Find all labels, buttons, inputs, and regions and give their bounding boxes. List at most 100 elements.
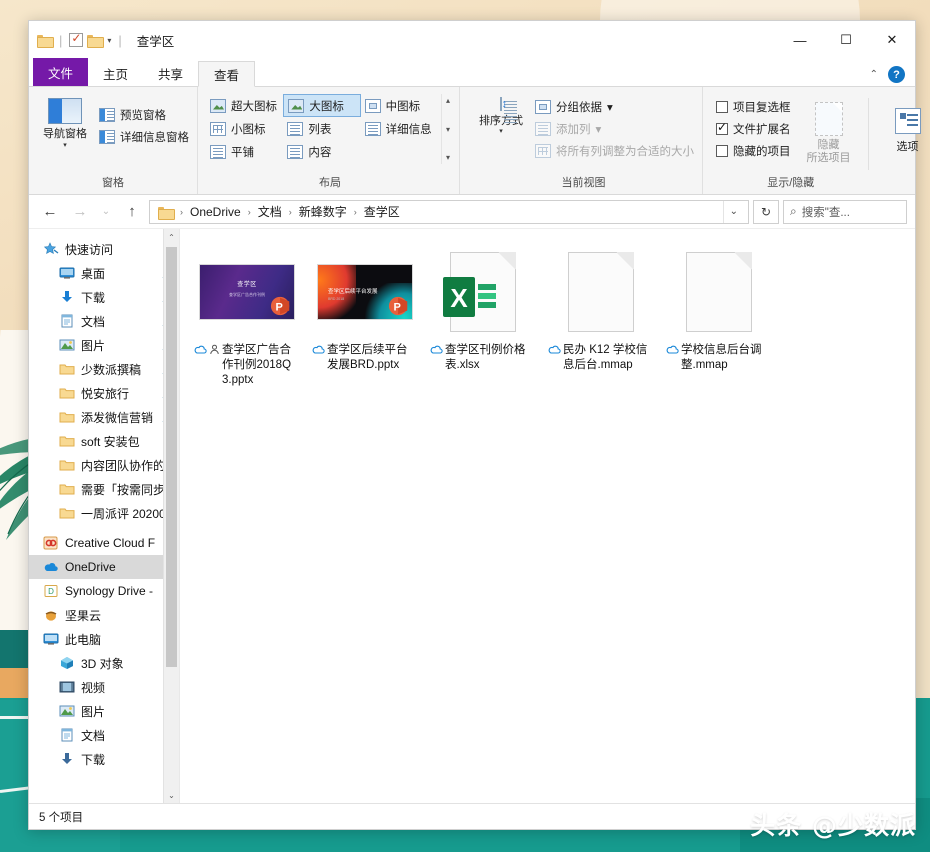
scroll-down-icon[interactable]: ▾ [446, 125, 450, 134]
sidebar-item-weekly-review[interactable]: 一周派评 20200 [29, 501, 179, 525]
file-item[interactable]: 查学区 查学区广告合作刊例 P [188, 241, 306, 399]
recent-locations-button[interactable]: ⌄ [97, 200, 115, 224]
gallery-more-icon[interactable]: ▾ [446, 153, 450, 162]
breadcrumb-xinfeng[interactable]: 新蜂数字 [295, 203, 351, 220]
sidebar-item-this-pc[interactable]: 此电脑 [29, 627, 179, 651]
sidebar-item-label: 需要「按需同步 [81, 481, 165, 498]
sidebar-item-onedrive[interactable]: OneDrive [29, 555, 179, 579]
pictures-icon [59, 338, 75, 352]
sidebar-item-need-sync[interactable]: 需要「按需同步 [29, 477, 179, 501]
maximize-button[interactable]: ☐ [823, 21, 869, 59]
tab-share[interactable]: 共享 [143, 60, 198, 86]
ribbon-tabs: 文件 主页 共享 查看 ⌃ ? [29, 59, 915, 87]
breadcrumb-separator[interactable]: › [247, 207, 252, 217]
breadcrumb-documents[interactable]: 文档 [254, 203, 286, 220]
sidebar-item-3d-objects[interactable]: 3D 对象 [29, 651, 179, 675]
sidebar-item-synology-drive[interactable]: D Synology Drive - [29, 579, 179, 603]
view-tiles[interactable]: 平铺 [206, 140, 283, 163]
sidebar-item-pictures[interactable]: 图片 📌 [29, 333, 179, 357]
up-button[interactable]: ↑ [119, 200, 145, 224]
tab-home[interactable]: 主页 [88, 60, 143, 86]
collapse-ribbon-icon[interactable]: ⌃ [870, 69, 878, 80]
sidebar-item-tianfa-wechat[interactable]: 添发微信营销 📌 [29, 405, 179, 429]
breadcrumb-separator[interactable]: › [353, 207, 358, 217]
view-details[interactable]: 详细信息 [361, 117, 438, 140]
sidebar-item-downloads-pc[interactable]: 下载 [29, 747, 179, 771]
view-list[interactable]: 列表 [283, 117, 360, 140]
options-button[interactable]: 选项 [877, 104, 930, 154]
sidebar-item-desktop[interactable]: 桌面 📌 [29, 261, 179, 285]
item-count-label: 5 个项目 [39, 809, 83, 825]
sidebar-item-soft-install[interactable]: soft 安装包 [29, 429, 179, 453]
search-box[interactable]: ⌕ 搜索"查... [783, 200, 907, 224]
details-pane-button[interactable]: 详细信息窗格 [96, 126, 192, 148]
file-item[interactable]: 查学区后续平台发展 BRD 2018 P [306, 241, 424, 399]
item-checkboxes-option[interactable]: 项目复选框 [713, 96, 794, 118]
navigation-pane-scrollbar[interactable]: ⌃ ⌄ [163, 229, 179, 803]
breadcrumb-separator[interactable]: › [288, 207, 293, 217]
file-name: 查学区刊例价格表.xlsx [445, 343, 536, 373]
window-title: 查学区 [137, 31, 175, 50]
scrollbar-thumb[interactable] [166, 247, 177, 667]
view-gallery-scroll[interactable]: ▴ ▾ ▾ [441, 94, 454, 164]
scroll-up-button[interactable]: ⌃ [164, 229, 179, 245]
sidebar-item-downloads[interactable]: 下载 📌 [29, 285, 179, 309]
sidebar-item-pictures-pc[interactable]: 图片 [29, 699, 179, 723]
file-list-area[interactable]: 查学区 查学区广告合作刊例 P [179, 229, 915, 803]
sidebar-item-content-team[interactable]: 内容团队协作的 [29, 453, 179, 477]
group-title-show-hide: 显示/隐藏 [643, 174, 930, 194]
file-item[interactable]: 学校信息后台调整.mmap [660, 241, 778, 399]
view-medium-icons[interactable]: 中图标 [361, 94, 438, 117]
size-columns-icon [535, 144, 551, 158]
tab-file[interactable]: 文件 [33, 58, 88, 86]
hidden-items-option[interactable]: 隐藏的项目 [713, 140, 794, 162]
checkbox-icon[interactable] [716, 145, 728, 157]
quick-access-toolbar[interactable]: | ▾ | [37, 33, 125, 48]
scroll-up-icon[interactable]: ▴ [446, 96, 450, 105]
view-content[interactable]: 内容 [283, 140, 360, 163]
file-name: 查学区后续平台发展BRD.pptx [327, 343, 418, 373]
sidebar-item-videos[interactable]: 视频 [29, 675, 179, 699]
minimize-button[interactable]: — [777, 21, 823, 59]
close-button[interactable]: ✕ [869, 21, 915, 59]
sidebar-item-yuean-travel[interactable]: 悦安旅行 📌 [29, 381, 179, 405]
file-name-row: 查学区刊例价格表.xlsx [430, 343, 536, 373]
properties-icon[interactable] [69, 33, 83, 47]
group-by-button[interactable]: 分组依据 ▾ [532, 96, 697, 118]
chevron-down-icon[interactable]: ▾ [107, 36, 111, 45]
help-icon[interactable]: ? [888, 66, 905, 83]
breadcrumb-current[interactable]: 查学区 [360, 203, 404, 220]
refresh-button[interactable]: ↻ [753, 200, 779, 224]
chevron-down-icon[interactable]: ▾ [607, 100, 613, 114]
sort-by-button[interactable]: ↕ 排序方式 ▾ [470, 94, 532, 136]
folder-icon[interactable] [37, 34, 52, 46]
navigation-pane-button[interactable]: 导航窗格 ▾ [34, 94, 96, 150]
file-item[interactable]: X 查学区刊例价格表.xlsx [424, 241, 542, 399]
sidebar-item-quick-access[interactable]: 快速访问 [29, 237, 179, 261]
sidebar-item-documents[interactable]: 文档 📌 [29, 309, 179, 333]
checkbox-checked-icon[interactable] [716, 123, 728, 135]
back-button[interactable]: ← [37, 200, 63, 224]
view-extra-large-icons[interactable]: 超大图标 [206, 94, 283, 117]
view-small-icons[interactable]: 小图标 [206, 117, 283, 140]
chevron-down-icon[interactable]: ▾ [499, 128, 503, 136]
breadcrumb-onedrive[interactable]: OneDrive [186, 205, 245, 219]
sidebar-item-documents-pc[interactable]: 文档 [29, 723, 179, 747]
file-item[interactable]: 民办 K12 学校信息后台.mmap [542, 241, 660, 399]
sidebar-item-nutstore[interactable]: 坚果云 [29, 603, 179, 627]
chevron-down-icon[interactable]: ▾ [63, 142, 67, 150]
sidebar-item-creative-cloud[interactable]: Creative Cloud F [29, 531, 179, 555]
tab-view[interactable]: 查看 [198, 61, 255, 87]
preview-pane-button[interactable]: 预览窗格 [96, 104, 192, 126]
file-extensions-option[interactable]: 文件扩展名 [713, 118, 794, 140]
breadcrumb-separator[interactable]: › [179, 207, 184, 217]
search-input[interactable]: 搜索"查... [802, 204, 850, 220]
breadcrumb-dropdown-icon[interactable]: ⌄ [723, 201, 744, 223]
scroll-down-button[interactable]: ⌄ [164, 787, 179, 803]
view-large-icons[interactable]: 大图标 [283, 94, 360, 117]
breadcrumb[interactable]: › OneDrive › 文档 › 新蜂数字 › 查学区 ⌄ [149, 200, 749, 224]
new-folder-icon[interactable] [87, 34, 102, 46]
size-all-columns-label: 将所有列调整为合适的大小 [556, 143, 694, 159]
checkbox-icon[interactable] [716, 101, 728, 113]
sidebar-item-shaoshupai[interactable]: 少数派撰稿 📌 [29, 357, 179, 381]
